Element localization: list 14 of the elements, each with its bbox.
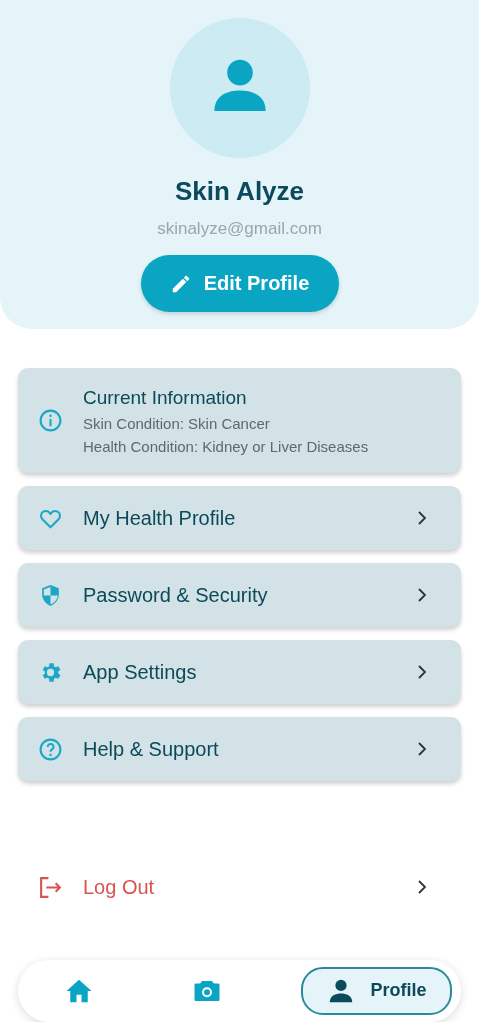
menu-item[interactable]: Password & Security [18, 563, 461, 628]
menu-item[interactable]: Help & Support [18, 717, 461, 782]
profile-name: Skin Alyze [174, 176, 305, 207]
menu-item[interactable]: My Health Profile [18, 486, 461, 551]
info-icon [38, 408, 63, 434]
log-out-icon [38, 874, 63, 900]
condition-text: Health Condition: Kidney or Liver Diseases [83, 437, 369, 455]
log-out-button[interactable]: Log Out [18, 857, 461, 918]
condition-text: Skin Condition: Skin Cancer [83, 414, 271, 432]
menu-item[interactable]: App Settings [18, 640, 461, 705]
card-title: Current Information [83, 386, 248, 409]
profile-email: skinalyze@gmail.com [157, 219, 322, 239]
nav-tab[interactable]: Profile [301, 966, 452, 1015]
help-icon [38, 736, 63, 762]
